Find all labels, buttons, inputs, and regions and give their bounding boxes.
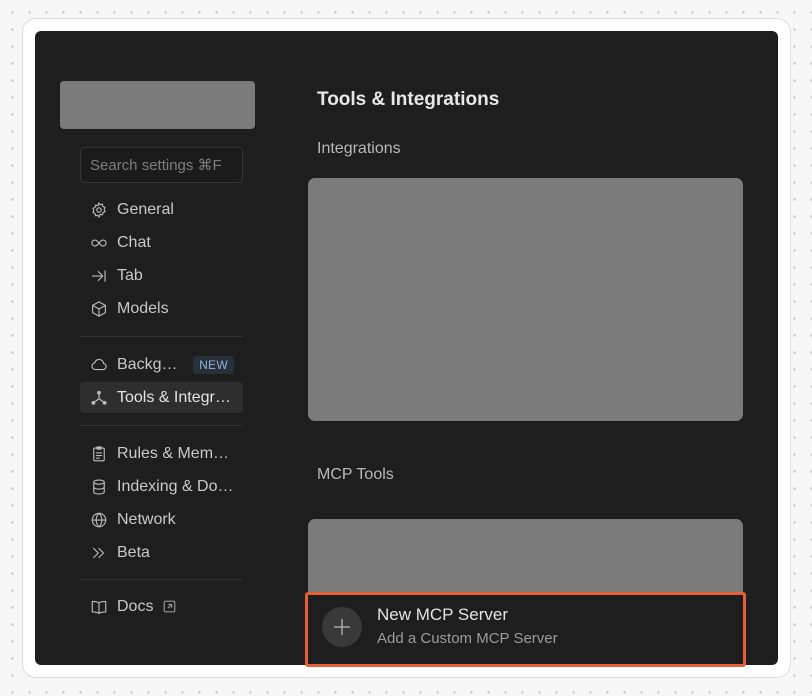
settings-window: General Chat Tab Models Backgr… (35, 31, 778, 665)
arrow-right-bar-icon (89, 266, 109, 286)
nav-group-1: General Chat Tab Models (80, 194, 243, 326)
nav-group-2: Backgr… NEW Tools & Integr… (80, 349, 243, 415)
sidebar-item-models[interactable]: Models (80, 293, 243, 324)
sidebar-item-label: Tab (117, 266, 143, 284)
sidebar-item-tools-integrations[interactable]: Tools & Integr… (80, 382, 243, 413)
external-link-icon (163, 600, 176, 613)
sidebar-item-docs[interactable]: Docs (80, 591, 243, 622)
nav-group-3: Rules & Mem… Indexing & Do… Network Beta (80, 438, 243, 570)
integrations-section-label: Integrations (317, 140, 401, 157)
page-title: Tools & Integrations (317, 89, 500, 110)
sidebar-item-label: Beta (117, 543, 150, 561)
cloud-icon (89, 355, 109, 375)
sidebar-item-chat[interactable]: Chat (80, 227, 243, 258)
nav-group-4: Docs (80, 591, 243, 624)
sidebar-item-background[interactable]: Backgr… NEW (80, 349, 243, 380)
sidebar-item-label: Backgr… (117, 355, 183, 373)
sidebar-item-label: Docs (117, 597, 154, 615)
search-settings-input[interactable] (80, 147, 243, 183)
globe-icon (89, 510, 109, 530)
clipboard-icon (89, 444, 109, 464)
sidebar-item-indexing-docs[interactable]: Indexing & Do… (80, 471, 243, 502)
sidebar-item-label: Indexing & Do… (117, 477, 234, 495)
sidebar-item-label: General (117, 200, 174, 218)
double-chevron-icon (89, 543, 109, 563)
infinity-icon (89, 233, 109, 253)
branch-icon (89, 388, 109, 408)
highlight-box (305, 592, 746, 667)
new-badge: NEW (193, 355, 234, 374)
sidebar-item-beta[interactable]: Beta (80, 537, 243, 568)
sidebar-divider (80, 425, 243, 426)
account-placeholder (60, 81, 255, 129)
sidebar-item-label: Models (117, 299, 169, 317)
sidebar-item-tab[interactable]: Tab (80, 260, 243, 291)
sidebar-item-network[interactable]: Network (80, 504, 243, 535)
sidebar-divider (80, 336, 243, 337)
sidebar-item-label: Rules & Mem… (117, 444, 230, 462)
cube-icon (89, 299, 109, 319)
sidebar-item-rules-memories[interactable]: Rules & Mem… (80, 438, 243, 469)
database-icon (89, 477, 109, 497)
sidebar-item-label: Tools & Integr… (117, 388, 231, 406)
mcp-tools-section-label: MCP Tools (317, 466, 394, 483)
integrations-placeholder (308, 178, 743, 421)
sidebar-item-general[interactable]: General (80, 194, 243, 225)
gear-icon (89, 200, 109, 220)
sidebar-item-label: Chat (117, 233, 151, 251)
book-icon (89, 597, 109, 617)
sidebar-item-label: Network (117, 510, 176, 528)
sidebar-divider (80, 579, 243, 580)
